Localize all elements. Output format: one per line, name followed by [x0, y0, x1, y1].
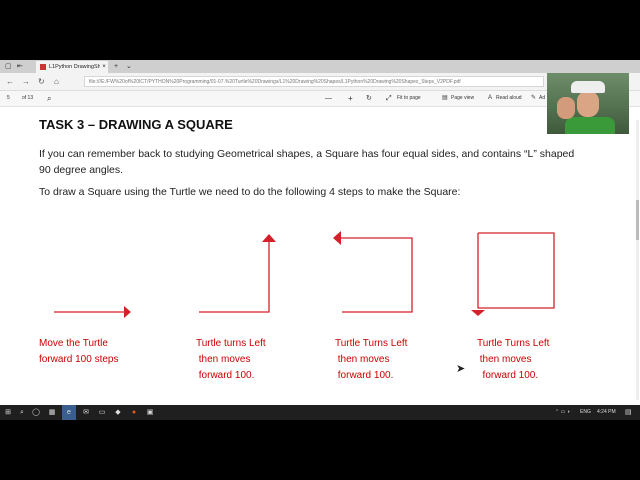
step2-line: [199, 242, 270, 313]
language-indicator[interactable]: ENG: [580, 405, 591, 420]
edge-icon[interactable]: e: [62, 405, 76, 420]
page-view-button[interactable]: Page view: [451, 91, 474, 106]
step4-arrow: [471, 232, 555, 316]
search-icon[interactable]: ⌕: [47, 91, 51, 106]
step1-arrowhead: [124, 306, 131, 318]
close-icon[interactable]: ×: [100, 61, 108, 73]
caption-step1: Move the Turtle forward 100 steps: [39, 338, 119, 365]
step4-line: [477, 232, 555, 309]
clock[interactable]: 4:24 PM: [597, 405, 616, 420]
app-icon[interactable]: ▣: [144, 405, 156, 420]
read-aloud-button[interactable]: Read aloud: [496, 91, 522, 106]
rotate-icon[interactable]: ↻: [366, 91, 372, 106]
presenter-hand: [557, 97, 575, 119]
mouse-cursor-icon: ➤: [456, 363, 466, 375]
read-aloud-icon: A: [488, 95, 493, 101]
search-icon[interactable]: ⌕: [16, 405, 28, 420]
folder-icon[interactable]: ▭: [96, 405, 108, 420]
notifications-icon[interactable]: ▤: [625, 405, 632, 420]
presenter-hat: [571, 81, 605, 93]
pen-icon: ✎: [531, 95, 537, 101]
screen: ▢ ⇤ L1Python DrawingShap × + ⌄ ← → ↻ ⌂ f…: [0, 60, 640, 420]
back-arrow-icon[interactable]: ←: [6, 76, 14, 87]
fit-to-page-button[interactable]: Fit to page: [397, 91, 421, 106]
mail-icon[interactable]: ✉: [80, 405, 92, 420]
caption-step4: Turtle Turns Left then moves forward 100…: [477, 338, 550, 381]
browser-titlebar: ▢ ⇤ L1Python DrawingShap × + ⌄: [0, 60, 640, 73]
step3-arrow: [333, 231, 413, 313]
step2-arrow: [199, 234, 276, 313]
pdf-icon: [40, 64, 46, 70]
firefox-icon[interactable]: ●: [128, 405, 140, 420]
tab-title: L1Python DrawingShap: [49, 64, 100, 70]
presenter-face: [577, 91, 599, 117]
back-tabs-icon[interactable]: ⇤: [17, 61, 23, 73]
home-icon[interactable]: ⌂: [54, 76, 59, 87]
tray-icons[interactable]: ⌃ ▭ ◑: [555, 405, 570, 420]
fit-icon: ⤢: [386, 95, 392, 102]
webcam-overlay: [547, 73, 629, 134]
step2-arrowhead: [262, 234, 276, 242]
vertical-scrollbar[interactable]: [636, 120, 639, 400]
task-view-icon[interactable]: ◯: [30, 405, 42, 420]
step3-arrowhead: [333, 231, 341, 245]
page-view-icon: ▤: [442, 95, 448, 101]
add-notes-button[interactable]: Ad: [539, 91, 545, 106]
step4-arrowhead: [471, 310, 485, 316]
pdf-page: TASK 3 – DRAWING A SQUARE If you can rem…: [0, 107, 640, 405]
tab-pdf[interactable]: L1Python DrawingShap ×: [36, 61, 108, 73]
caption-step3: Turtle Turns Left then moves forward 100…: [335, 338, 408, 381]
presenter-shirt: [565, 117, 615, 134]
scrollbar-thumb[interactable]: [636, 200, 639, 240]
new-tab-button[interactable]: +: [114, 61, 118, 73]
app-icon[interactable]: ◆: [112, 405, 124, 420]
address-bar-row: ← → ↻ ⌂ file:///E:/FW%20of%20ICT/PYTHON%…: [0, 73, 640, 91]
forward-arrow-icon[interactable]: →: [22, 76, 30, 87]
refresh-icon[interactable]: ↻: [38, 76, 45, 87]
step1-arrow: [54, 306, 131, 318]
caption-step2: Turtle turns Left then moves forward 100…: [196, 338, 266, 381]
store-icon[interactable]: ▦: [46, 405, 58, 420]
page-number-input[interactable]: 5: [7, 91, 10, 106]
zoom-in-button[interactable]: +: [348, 91, 353, 106]
windows-taskbar: ⊞ ⌕ ◯ ▦ e ✉ ▭ ◆ ● ▣ ⌃ ▭ ◑ ENG 4:24 PM ▤: [0, 405, 640, 420]
tab-list-button[interactable]: ⌄: [126, 61, 132, 73]
address-input[interactable]: file:///E:/FW%20of%20ICT/PYTHON%20Progra…: [84, 76, 544, 87]
page-total: of 13: [22, 95, 34, 101]
windows-start-icon[interactable]: ⊞: [2, 405, 14, 420]
tab-actions-icon[interactable]: ▢: [5, 61, 12, 73]
step3-line: [341, 237, 413, 313]
pdf-toolbar: 5 of 13 ⌕ — + ↻ ⤢ Fit to page ▤ Page vie…: [0, 91, 640, 107]
zoom-out-button[interactable]: —: [325, 91, 332, 106]
